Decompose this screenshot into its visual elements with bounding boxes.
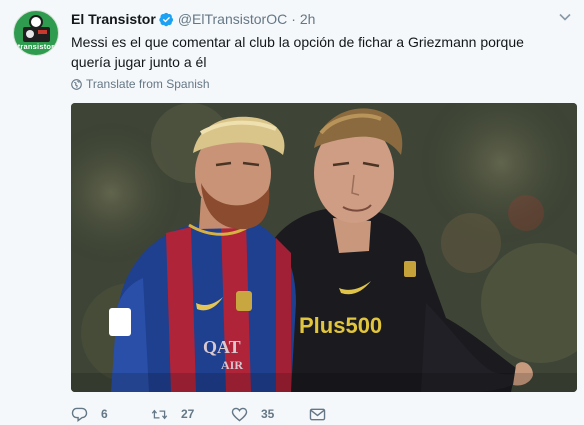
avatar-radio-icon	[23, 27, 50, 42]
photo-illustration: Plus500 QAT AIR	[71, 103, 577, 392]
reply-count: 6	[101, 407, 108, 421]
tweet-text-line: Messi es el que comentar al club la opci…	[71, 34, 524, 50]
display-name[interactable]: El Transistor	[71, 11, 156, 27]
jersey-sponsor-right: Plus500	[299, 313, 382, 338]
chevron-down-icon[interactable]	[558, 12, 572, 22]
retweet-button[interactable]: 27	[151, 407, 231, 422]
timestamp[interactable]: 2h	[300, 11, 316, 27]
direct-message-button[interactable]	[309, 407, 339, 422]
avatar-text: transistor	[17, 42, 55, 51]
translate-link[interactable]: Translate from Spanish	[71, 76, 210, 92]
tweet-photo[interactable]: Plus500 QAT AIR	[71, 103, 577, 392]
reply-icon	[71, 407, 88, 422]
globe-icon	[71, 78, 82, 90]
jersey-sponsor-left-2: AIR	[221, 358, 243, 372]
translate-label[interactable]: Translate from Spanish	[86, 77, 210, 91]
envelope-icon	[309, 408, 326, 420]
retweet-icon	[151, 409, 168, 419]
tweet-text: Messi es el que comentar al club la opci…	[71, 32, 571, 72]
tweet-text-line: quería jugar junto a él	[71, 54, 207, 70]
jersey-sponsor-left: QAT	[203, 337, 241, 357]
handle[interactable]: @ElTransistorOC	[178, 11, 287, 27]
like-button[interactable]: 35	[231, 407, 309, 422]
heart-icon	[231, 407, 248, 421]
reply-button[interactable]: 6	[71, 407, 151, 422]
tweet-card[interactable]: transistor El Transistor @ElTransistorOC…	[0, 0, 584, 425]
tweet-actions: 6 27 35	[71, 404, 339, 424]
like-count: 35	[261, 407, 275, 421]
separator-dot: ·	[291, 11, 296, 27]
verified-badge-icon	[159, 12, 173, 26]
retweet-count: 27	[181, 407, 195, 421]
avatar[interactable]: transistor	[13, 10, 59, 56]
tweet-header: El Transistor @ElTransistorOC · 2h	[71, 10, 315, 28]
